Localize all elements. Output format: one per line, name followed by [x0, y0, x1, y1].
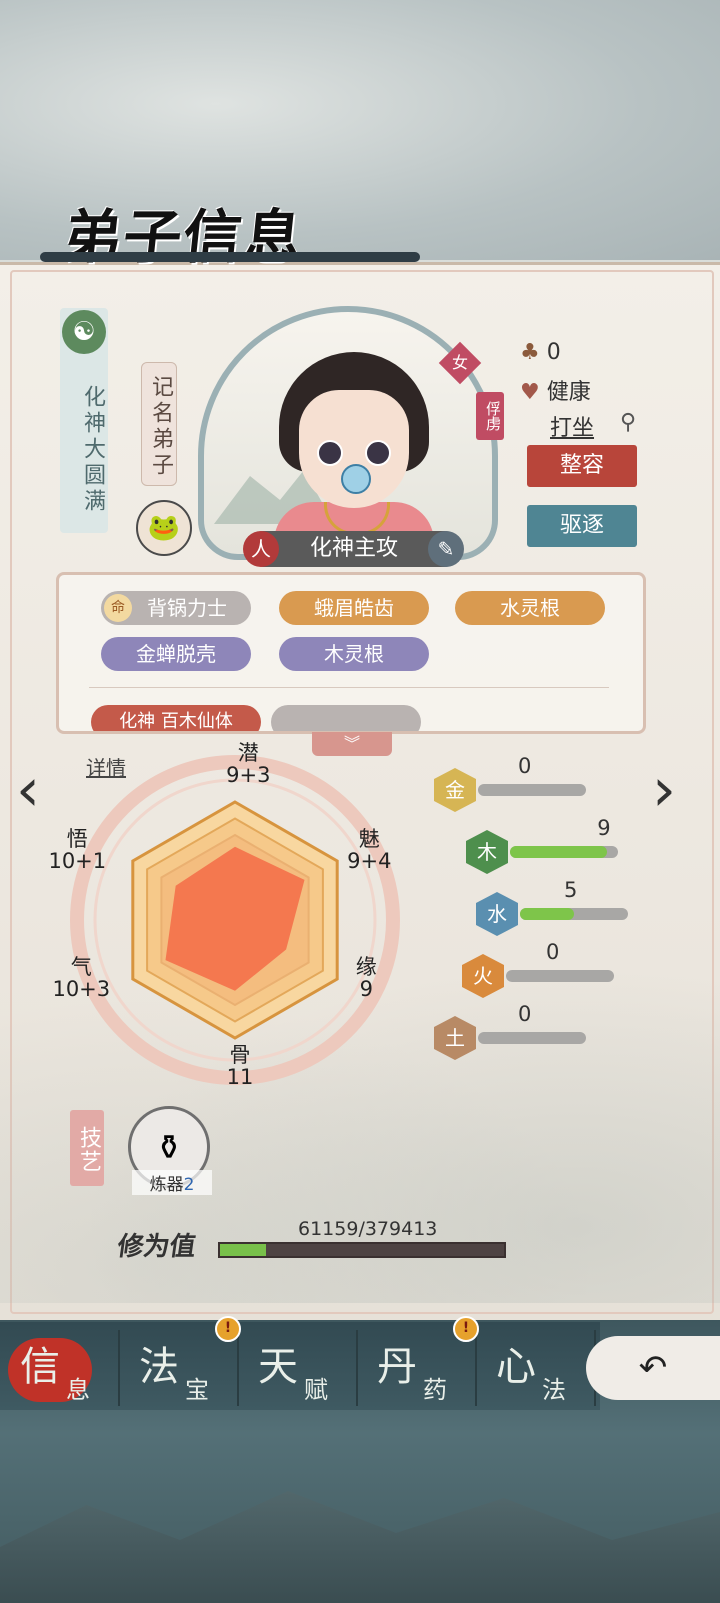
resource-stat: ♣ 0	[520, 340, 561, 365]
tab-3[interactable]: 天赋	[238, 1330, 358, 1406]
trait-chip-partial[interactable]: 化神 百木仙体	[91, 705, 261, 731]
prev-arrow-icon[interactable]: ‹	[16, 755, 40, 825]
element-value: 0	[518, 754, 532, 778]
tab-2[interactable]: 法宝	[119, 1330, 239, 1406]
back-arrow-icon[interactable]: ↶	[586, 1336, 720, 1400]
element-row-4: 火0	[462, 940, 682, 1000]
element-bar-fill	[510, 846, 608, 858]
trait-chip-partial[interactable]	[271, 705, 421, 731]
face	[299, 390, 409, 508]
person-icon: 人	[243, 531, 279, 567]
element-bar	[510, 846, 618, 858]
tab-subtitle: 药	[423, 1376, 447, 1404]
radar-label-1: 潜 9+3	[226, 741, 271, 787]
health-stat: ♥ 健康	[520, 380, 591, 405]
element-icon: 水	[476, 892, 518, 936]
fate-icon: 命	[104, 594, 132, 622]
element-icon: 金	[434, 768, 476, 812]
element-value: 9	[597, 816, 611, 840]
location-icon[interactable]: ⚲	[620, 410, 636, 435]
spiral-icon: ☯	[62, 310, 106, 354]
title-underline	[40, 252, 420, 262]
trait-chip[interactable]: 木灵根	[279, 637, 429, 671]
tab-1[interactable]: 信息	[0, 1330, 120, 1406]
flower-mark	[341, 464, 371, 494]
element-bar	[478, 1032, 586, 1044]
brush-icon[interactable]: ✎	[428, 531, 464, 567]
element-bar	[478, 784, 586, 796]
trait-chip[interactable]: 命 背锅力士	[101, 591, 251, 625]
right-eye	[365, 440, 391, 466]
tab-subtitle: 法	[542, 1376, 566, 1404]
cultivation-label: 修为值	[115, 1232, 198, 1262]
element-icon: 火	[462, 954, 504, 998]
tab-subtitle: 宝	[185, 1376, 209, 1404]
tab-title: 天	[258, 1344, 298, 1390]
element-bar	[520, 908, 628, 920]
cultivation-value: 61159/379413	[298, 1218, 438, 1240]
skill-label: 炼器2	[132, 1170, 212, 1195]
tab-subtitle: 息	[66, 1376, 90, 1404]
element-icon: 木	[466, 830, 508, 874]
element-bar	[506, 970, 614, 982]
radar-label-5: 气 10+3	[52, 955, 111, 1001]
next-arrow-icon[interactable]: ›	[652, 755, 676, 825]
traits-panel: 命 背锅力士 蛾眉皓齿 水灵根 金蝉脱壳 木灵根 化神 百木仙体	[56, 572, 646, 734]
element-value: 0	[518, 1002, 532, 1026]
cultivation-fill	[220, 1244, 266, 1256]
trait-chip[interactable]: 金蝉脱壳	[101, 637, 251, 671]
trait-chip[interactable]: 蛾眉皓齿	[279, 591, 429, 625]
element-value: 5	[564, 878, 578, 902]
radar-label-3: 缘9	[355, 955, 377, 1001]
tab-5[interactable]: 心法	[476, 1330, 596, 1406]
tab-title: 丹	[377, 1344, 417, 1390]
cultivation-bar	[218, 1242, 506, 1258]
element-row-1: 金0	[434, 754, 654, 814]
expel-button[interactable]: 驱逐	[527, 505, 637, 547]
mountain-silhouette	[0, 1491, 720, 1603]
heart-icon: ♥	[520, 380, 540, 405]
activity-link[interactable]: 打坐	[550, 410, 594, 442]
element-icon: 土	[434, 1016, 476, 1060]
mushroom-icon: ♣	[520, 340, 540, 365]
role-tag: 记名弟子	[141, 362, 177, 486]
element-bar-fill	[520, 908, 574, 920]
status-tag: 俘虏	[476, 392, 504, 440]
element-row-5: 土0	[434, 1002, 654, 1062]
element-row-3: 水5	[476, 878, 696, 938]
radar-label-6: 悟 10+1	[48, 827, 107, 873]
radar-label-2: 魅 9+4	[347, 827, 392, 873]
radar-label-4: 骨 11	[226, 1043, 254, 1089]
pet-icon[interactable]: 🐸	[136, 500, 192, 556]
tab-title: 法	[139, 1344, 179, 1390]
trait-chip[interactable]: 水灵根	[455, 591, 605, 625]
tab-4[interactable]: 丹药	[357, 1330, 477, 1406]
face-button[interactable]: 整容	[527, 445, 637, 487]
tab-subtitle: 赋	[304, 1376, 328, 1404]
left-eye	[317, 440, 343, 466]
tab-title: 信	[20, 1344, 60, 1390]
element-value: 0	[546, 940, 560, 964]
trait-divider	[89, 687, 609, 688]
tab-title: 心	[496, 1344, 536, 1390]
element-row-2: 木9	[466, 816, 686, 876]
skills-tag: 技艺	[70, 1110, 104, 1186]
